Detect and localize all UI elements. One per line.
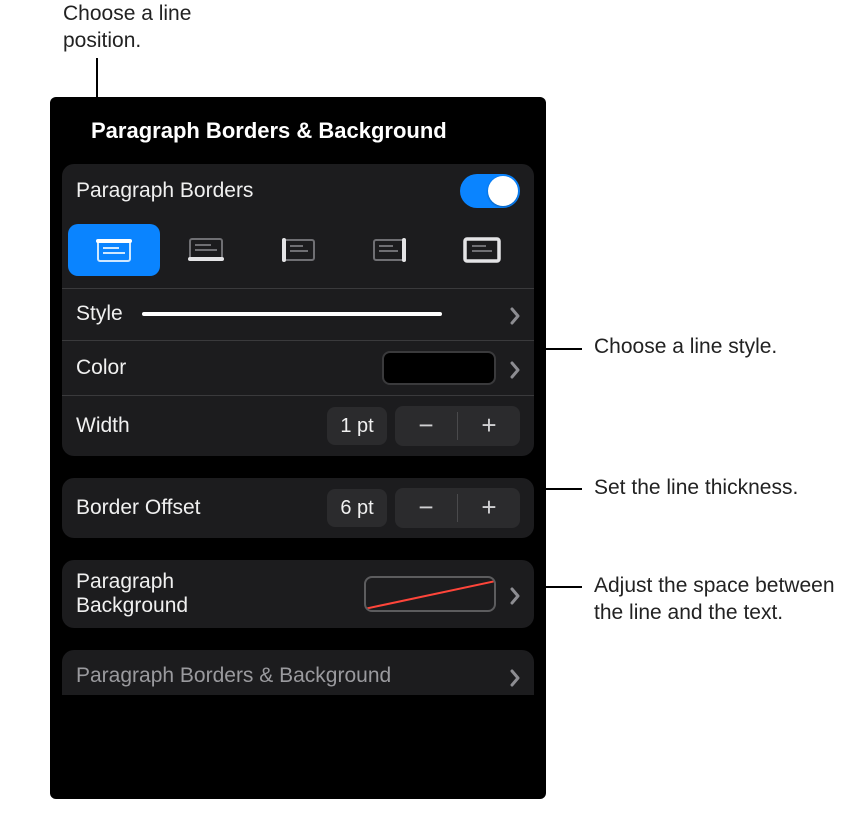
color-row[interactable]: Color	[62, 340, 534, 395]
border-offset-group: Border Offset 6 pt − +	[62, 478, 534, 538]
border-left-icon	[275, 233, 321, 267]
border-position-segmented	[62, 218, 534, 288]
border-right-icon	[367, 233, 413, 267]
border-position-right-button[interactable]	[344, 224, 436, 276]
border-offset-stepper: − +	[395, 488, 520, 528]
toggle-knob	[488, 176, 518, 206]
border-offset-value[interactable]: 6 pt	[327, 489, 387, 527]
panel-title: Paragraph Borders & Background	[58, 104, 538, 164]
width-value[interactable]: 1 pt	[327, 407, 387, 445]
chevron-right-icon	[510, 359, 520, 377]
offset-decrement-button[interactable]: −	[395, 488, 457, 528]
width-increment-button[interactable]: +	[458, 406, 520, 446]
callout-border-offset: Adjust the space between the line and th…	[594, 572, 854, 627]
paragraph-background-swatch	[364, 576, 496, 612]
border-position-all-button[interactable]	[436, 224, 528, 276]
style-label: Style	[76, 300, 142, 327]
settings-panel-frame: Paragraph Borders & Background Paragraph…	[50, 97, 546, 799]
paragraph-borders-row: Paragraph Borders	[62, 164, 534, 218]
callout-line-style: Choose a line style.	[594, 333, 854, 360]
width-row: Width 1 pt − +	[62, 395, 534, 456]
paragraph-background-label: ParagraphBackground	[76, 570, 364, 618]
paragraph-borders-label: Paragraph Borders	[76, 177, 460, 204]
border-position-top-button[interactable]	[68, 224, 160, 276]
color-label: Color	[76, 354, 382, 381]
border-top-icon	[91, 233, 137, 267]
callout-line-thickness: Set the line thickness.	[594, 474, 854, 501]
settings-panel: Paragraph Borders & Background Paragraph…	[58, 104, 538, 792]
paragraph-background-row[interactable]: ParagraphBackground	[62, 560, 534, 628]
nav-paragraph-borders-background[interactable]: Paragraph Borders & Background	[62, 650, 534, 695]
border-all-icon	[459, 233, 505, 267]
border-bottom-icon	[183, 233, 229, 267]
offset-increment-button[interactable]: +	[458, 488, 520, 528]
border-position-left-button[interactable]	[252, 224, 344, 276]
border-offset-row: Border Offset 6 pt − +	[62, 478, 534, 538]
chevron-right-icon	[510, 305, 520, 323]
border-offset-label: Border Offset	[76, 494, 327, 521]
nav-label: Paragraph Borders & Background	[76, 662, 391, 689]
paragraph-background-group: ParagraphBackground	[62, 560, 534, 628]
paragraph-background-text: ParagraphBackground	[76, 570, 188, 617]
border-position-bottom-button[interactable]	[160, 224, 252, 276]
chevron-right-icon	[510, 585, 520, 603]
borders-group: Paragraph Borders	[62, 164, 534, 456]
color-swatch	[382, 351, 496, 385]
width-label: Width	[76, 412, 327, 439]
width-stepper: − +	[395, 406, 520, 446]
style-row[interactable]: Style	[62, 288, 534, 340]
callout-line-position: Choose a line position.	[63, 0, 263, 55]
width-decrement-button[interactable]: −	[395, 406, 457, 446]
paragraph-borders-toggle[interactable]	[460, 174, 520, 208]
chevron-right-icon	[510, 667, 520, 685]
style-sample-line	[142, 312, 442, 316]
